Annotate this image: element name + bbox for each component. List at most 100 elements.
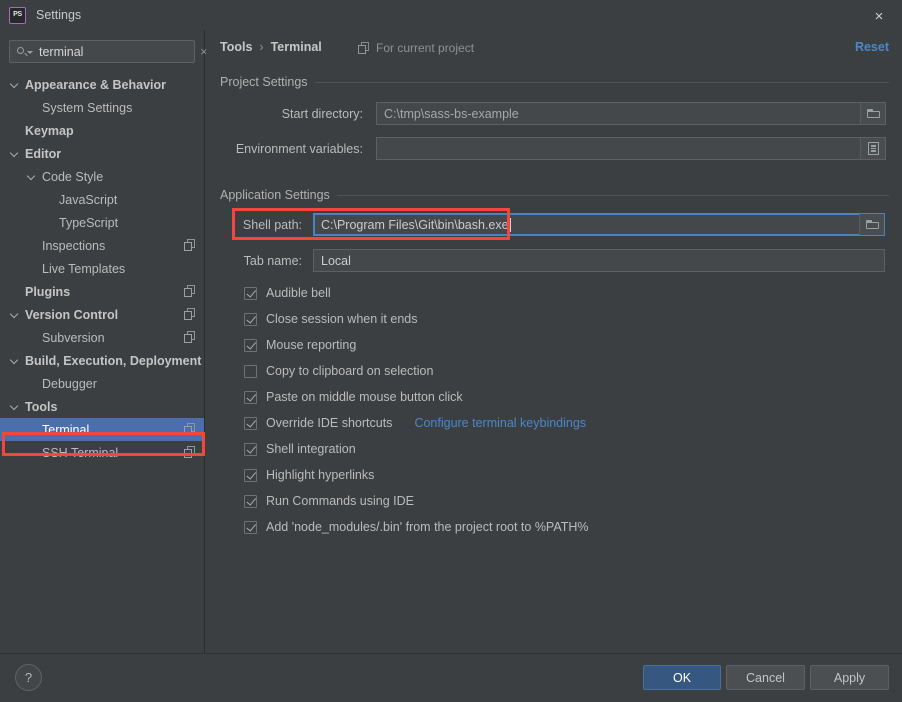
- sidebar-item-label: Appearance & Behavior: [25, 77, 167, 92]
- application-settings-title: Application Settings: [220, 188, 330, 202]
- sidebar-item-ssh-terminal[interactable]: SSH Terminal: [0, 441, 204, 464]
- sidebar-item-label: SSH Terminal: [42, 445, 119, 460]
- sidebar-item-label: Live Templates: [42, 261, 126, 276]
- app-icon-text: PS: [13, 11, 22, 18]
- sidebar-item-debugger[interactable]: Debugger: [0, 372, 204, 395]
- sidebar-item-label: Plugins: [25, 284, 71, 299]
- environment-variables-field[interactable]: [376, 137, 886, 160]
- sidebar-item-live-templates[interactable]: Live Templates: [0, 257, 204, 280]
- start-directory-browse-button[interactable]: [860, 103, 885, 124]
- cancel-button[interactable]: Cancel: [726, 665, 805, 690]
- checkbox-audible-bell[interactable]: [244, 286, 257, 300]
- close-icon[interactable]: ×: [868, 5, 890, 27]
- checkbox-label[interactable]: Close session when it ends: [266, 312, 417, 326]
- sidebar-item-build-execution-deployment[interactable]: Build, Execution, Deployment: [0, 349, 204, 372]
- option-row: Copy to clipboard on selection: [244, 358, 589, 384]
- checkbox-copy-to-clipboard-on-selection[interactable]: [244, 364, 257, 378]
- search-input[interactable]: [39, 44, 200, 59]
- sidebar-item-label: TypeScript: [59, 215, 119, 230]
- checkbox-shell-integration[interactable]: [244, 442, 257, 456]
- sidebar-item-inspections[interactable]: Inspections: [0, 234, 204, 257]
- tab-name-field[interactable]: Local: [313, 249, 885, 272]
- sidebar-item-keymap[interactable]: Keymap: [0, 119, 204, 142]
- project-scope-icon: [184, 285, 196, 297]
- chevron-down-icon[interactable]: [10, 355, 21, 366]
- chevron-down-icon[interactable]: [27, 171, 38, 182]
- sidebar-item-javascript[interactable]: JavaScript: [0, 188, 204, 211]
- sidebar-item-editor[interactable]: Editor: [0, 142, 204, 165]
- sidebar-item-appearance-behavior[interactable]: Appearance & Behavior: [0, 73, 204, 96]
- project-scope-icon: [358, 42, 370, 54]
- project-scope-icon: [184, 308, 196, 320]
- checkbox-label[interactable]: Highlight hyperlinks: [266, 468, 374, 482]
- option-row: Run Commands using IDE: [244, 488, 589, 514]
- phpstorm-logo-icon: PS: [9, 6, 26, 24]
- checkbox-label[interactable]: Override IDE shortcuts: [266, 416, 392, 430]
- sidebar-item-code-style[interactable]: Code Style: [0, 165, 204, 188]
- project-settings-group: Project Settings: [220, 74, 889, 90]
- option-row: Paste on middle mouse button click: [244, 384, 589, 410]
- for-current-project-label: For current project: [358, 41, 474, 55]
- sidebar-item-label: Build, Execution, Deployment: [25, 353, 202, 368]
- window-title: Settings: [36, 8, 82, 22]
- checkbox-label[interactable]: Audible bell: [266, 286, 331, 300]
- terminal-options-list: Audible bell Close session when it ends Mo…: [244, 280, 589, 540]
- shell-path-row: Shell path: C:\Program Files\Git\bin\bas…: [220, 213, 888, 236]
- checkbox-add-node-modules-bin-from-the-project-root-to-path[interactable]: [244, 520, 257, 534]
- shell-path-value: C:\Program Files\Git\bin\bash.exe: [321, 217, 509, 232]
- checkbox-close-session-when-it-ends[interactable]: [244, 312, 257, 326]
- sidebar-item-tools[interactable]: Tools: [0, 395, 204, 418]
- start-directory-value: C:\tmp\sass-bs-example: [384, 106, 519, 121]
- sidebar-item-terminal[interactable]: Terminal: [0, 418, 204, 441]
- checkbox-label[interactable]: Add 'node_modules/.bin' from the project…: [266, 520, 589, 534]
- option-row: Audible bell: [244, 280, 589, 306]
- help-button[interactable]: ?: [15, 664, 42, 691]
- ok-button[interactable]: OK: [643, 665, 721, 690]
- sidebar-item-version-control[interactable]: Version Control: [0, 303, 204, 326]
- checkbox-override-ide-shortcuts[interactable]: [244, 416, 257, 430]
- tab-name-row: Tab name: Local: [220, 249, 888, 272]
- start-directory-field[interactable]: C:\tmp\sass-bs-example: [376, 102, 886, 125]
- tab-name-value: Local: [321, 253, 351, 268]
- for-current-project-text: For current project: [376, 41, 475, 55]
- shell-path-field[interactable]: C:\Program Files\Git\bin\bash.exe: [313, 213, 885, 236]
- checkbox-paste-on-middle-mouse-button-click[interactable]: [244, 390, 257, 404]
- environment-variables-row: Environment variables:: [220, 137, 888, 160]
- checkbox-highlight-hyperlinks[interactable]: [244, 468, 257, 482]
- shell-path-label: Shell path:: [242, 217, 302, 232]
- option-row: Shell integration: [244, 436, 589, 462]
- group-divider: [336, 194, 889, 196]
- checkbox-label[interactable]: Run Commands using IDE: [266, 494, 414, 508]
- breadcrumb-item-terminal: Terminal: [270, 40, 322, 54]
- checkbox-run-commands-using-ide[interactable]: [244, 494, 257, 508]
- checkbox-label[interactable]: Mouse reporting: [266, 338, 356, 352]
- chevron-down-icon[interactable]: [10, 309, 21, 320]
- sidebar-item-system-settings[interactable]: System Settings: [0, 96, 204, 119]
- sidebar-item-typescript[interactable]: TypeScript: [0, 211, 204, 234]
- search-box[interactable]: ×: [9, 40, 208, 63]
- checkbox-mouse-reporting[interactable]: [244, 338, 257, 352]
- checkbox-label[interactable]: Copy to clipboard on selection: [266, 364, 433, 378]
- sidebar-item-subversion[interactable]: Subversion: [0, 326, 204, 349]
- sidebar-item-label: System Settings: [42, 100, 133, 115]
- environment-variables-edit-button[interactable]: [860, 138, 885, 159]
- checkbox-label[interactable]: Paste on middle mouse button click: [266, 390, 463, 404]
- chevron-down-icon[interactable]: [10, 148, 21, 159]
- sidebar-item-label: Debugger: [42, 376, 97, 391]
- chevron-down-icon[interactable]: [10, 401, 21, 412]
- configure-keybindings-link[interactable]: Configure terminal keybindings: [414, 416, 586, 430]
- apply-button[interactable]: Apply: [810, 665, 889, 690]
- text-caret: [509, 217, 511, 232]
- sidebar-item-plugins[interactable]: Plugins: [0, 280, 204, 303]
- shell-path-browse-button[interactable]: [859, 214, 884, 235]
- checkbox-label[interactable]: Shell integration: [266, 442, 356, 456]
- chevron-down-icon[interactable]: [10, 79, 21, 90]
- reset-link[interactable]: Reset: [855, 40, 889, 54]
- breadcrumb-item-tools[interactable]: Tools: [220, 40, 252, 54]
